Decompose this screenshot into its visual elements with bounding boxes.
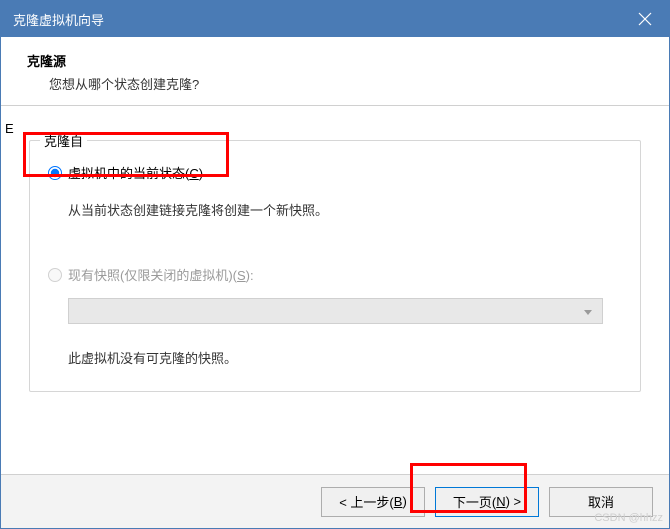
radio-existing-snapshot (48, 268, 62, 282)
option-current-state[interactable]: 虚拟机中的当前状态(C) (48, 163, 624, 182)
close-icon (638, 12, 652, 26)
close-button[interactable] (621, 1, 669, 37)
option-current-state-label: 虚拟机中的当前状态(C) (68, 163, 203, 182)
next-button[interactable]: 下一页(N) > (435, 487, 539, 517)
wizard-body: 克隆自 虚拟机中的当前状态(C) 从当前状态创建链接克隆将创建一个新快照。 现有… (1, 106, 669, 480)
no-snapshot-text: 此虚拟机没有可克隆的快照。 (68, 348, 624, 367)
snapshot-dropdown (68, 298, 603, 324)
wizard-footer: < 上一步(B) 下一页(N) > 取消 (1, 474, 669, 528)
option-current-state-note: 从当前状态创建链接克隆将创建一个新快照。 (68, 200, 624, 219)
window-title: 克隆虚拟机向导 (13, 10, 104, 29)
option-existing-snapshot: 现有快照(仅限关闭的虚拟机)(S): (48, 265, 624, 284)
wizard-header: 克隆源 您想从哪个状态创建克隆? (1, 37, 669, 106)
cancel-button[interactable]: 取消 (549, 487, 653, 517)
titlebar: 克隆虚拟机向导 (1, 1, 669, 37)
radio-current-state[interactable] (48, 166, 62, 180)
group-legend: 克隆自 (40, 131, 87, 150)
back-button[interactable]: < 上一步(B) (321, 487, 425, 517)
wizard-window: 克隆虚拟机向导 克隆源 您想从哪个状态创建克隆? E 克隆自 虚拟机中的当前状态… (0, 0, 670, 529)
clone-from-group: 克隆自 虚拟机中的当前状态(C) 从当前状态创建链接克隆将创建一个新快照。 现有… (29, 140, 641, 392)
option-existing-snapshot-label: 现有快照(仅限关闭的虚拟机)(S): (68, 265, 254, 284)
header-title: 克隆源 (27, 51, 643, 70)
header-subtitle: 您想从哪个状态创建克隆? (27, 74, 643, 93)
